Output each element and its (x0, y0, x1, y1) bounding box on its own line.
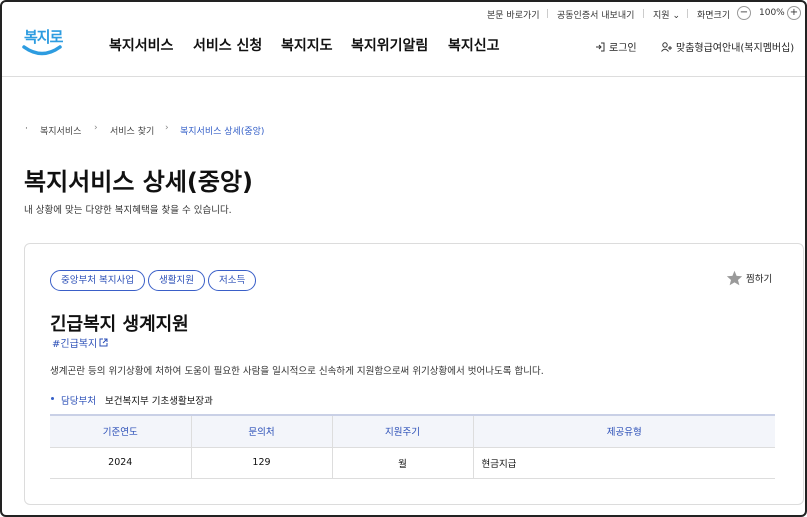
support-label: 지원 (653, 11, 670, 21)
zoom-value: 100% (759, 8, 785, 18)
site-logo[interactable]: 복지로 (22, 26, 64, 60)
breadcrumb-current: 복지서비스 상세(중앙) (180, 127, 265, 137)
service-hashtag: #긴급복지 (52, 339, 98, 350)
table-row: 2024 129 월 현금지급 (50, 447, 775, 479)
tag-living-support[interactable]: 생활지원 (148, 270, 205, 291)
zoom-in-button[interactable]: + (787, 6, 801, 20)
login-link[interactable]: 로그인 (595, 39, 637, 54)
chevron-right-icon: › (94, 123, 98, 133)
service-description: 생계곤란 등의 위기상황에 처하여 도움이 필요한 사람을 일시적으로 신속하게… (50, 366, 544, 377)
benefit-guide-label: 맞춤형급여안내(복지멤버십) (676, 43, 795, 54)
cert-export-link[interactable]: 공동인증서 내보내기 (557, 8, 634, 21)
column-header-contact: 문의처 (190, 414, 332, 448)
page-description: 내 상황에 맞는 다양한 복지혜택을 찾을 수 있습니다. (24, 205, 232, 216)
cell-type: 현금지급 (472, 447, 775, 479)
external-link-icon (99, 338, 108, 347)
nav-service-apply[interactable]: 서비스 신청 (193, 35, 262, 55)
login-label: 로그인 (609, 43, 637, 54)
table-header-row: 기준연도 문의처 지원주기 제공유형 (50, 414, 775, 448)
user-plus-icon (661, 41, 672, 52)
breadcrumb-home-dot: · (25, 124, 28, 134)
utility-bar: 본문 바로가기 공동인증서 내보내기 지원 ⌄ 화면크기 − 100% + (2, 2, 805, 24)
divider (547, 9, 548, 18)
cell-contact: 129 (190, 447, 332, 479)
favorite-button[interactable]: 찜하기 (726, 270, 772, 286)
service-info-table: 기준연도 문의처 지원주기 제공유형 2024 129 월 현금지급 (50, 414, 775, 479)
tag-low-income[interactable]: 저소득 (208, 270, 257, 291)
cell-cycle: 월 (331, 447, 473, 479)
service-title: 긴급복지 생계지원 (50, 314, 189, 335)
column-header-year: 기준연도 (50, 414, 191, 448)
benefit-guide-link[interactable]: 맞춤형급여안내(복지멤버십) (661, 39, 794, 54)
support-dropdown[interactable]: 지원 ⌄ (653, 8, 680, 21)
tag-central-ministry[interactable]: 중앙부처 복지사업 (50, 270, 145, 291)
nav-welfare-service[interactable]: 복지서비스 (109, 35, 173, 55)
browser-frame: 본문 바로가기 공동인증서 내보내기 지원 ⌄ 화면크기 − 100% + 복지… (0, 0, 807, 517)
divider (643, 9, 644, 18)
star-icon (726, 270, 743, 286)
divider (687, 9, 688, 18)
nav-welfare-map[interactable]: 복지지도 (281, 35, 333, 55)
chevron-down-icon: ⌄ (672, 11, 680, 21)
cell-year: 2024 (50, 447, 191, 479)
logo-smile-icon (22, 45, 62, 56)
column-header-type: 제공유형 (472, 414, 775, 448)
header-divider (2, 76, 805, 77)
nav-crisis-alert[interactable]: 복지위기알림 (351, 35, 428, 55)
service-hashtag-link[interactable]: #긴급복지 (52, 335, 108, 350)
page-title: 복지서비스 상세(중앙) (24, 168, 254, 196)
department-value: 보건복지부 기초생활보장과 (105, 396, 213, 407)
login-icon (596, 42, 605, 51)
breadcrumb-item[interactable]: 복지서비스 (40, 124, 81, 137)
chevron-right-icon: › (165, 123, 169, 133)
breadcrumb-item[interactable]: 서비스 찾기 (110, 124, 154, 137)
nav-welfare-report[interactable]: 복지신고 (448, 35, 500, 55)
zoom-label: 화면크기 (697, 11, 731, 21)
skip-to-content-link[interactable]: 본문 바로가기 (487, 8, 540, 21)
bullet-icon (51, 397, 54, 400)
zoom-out-button[interactable]: − (737, 6, 751, 20)
favorite-label: 찜하기 (746, 274, 773, 285)
department-label: 담당부처 (61, 396, 96, 407)
column-header-cycle: 지원주기 (331, 414, 473, 448)
